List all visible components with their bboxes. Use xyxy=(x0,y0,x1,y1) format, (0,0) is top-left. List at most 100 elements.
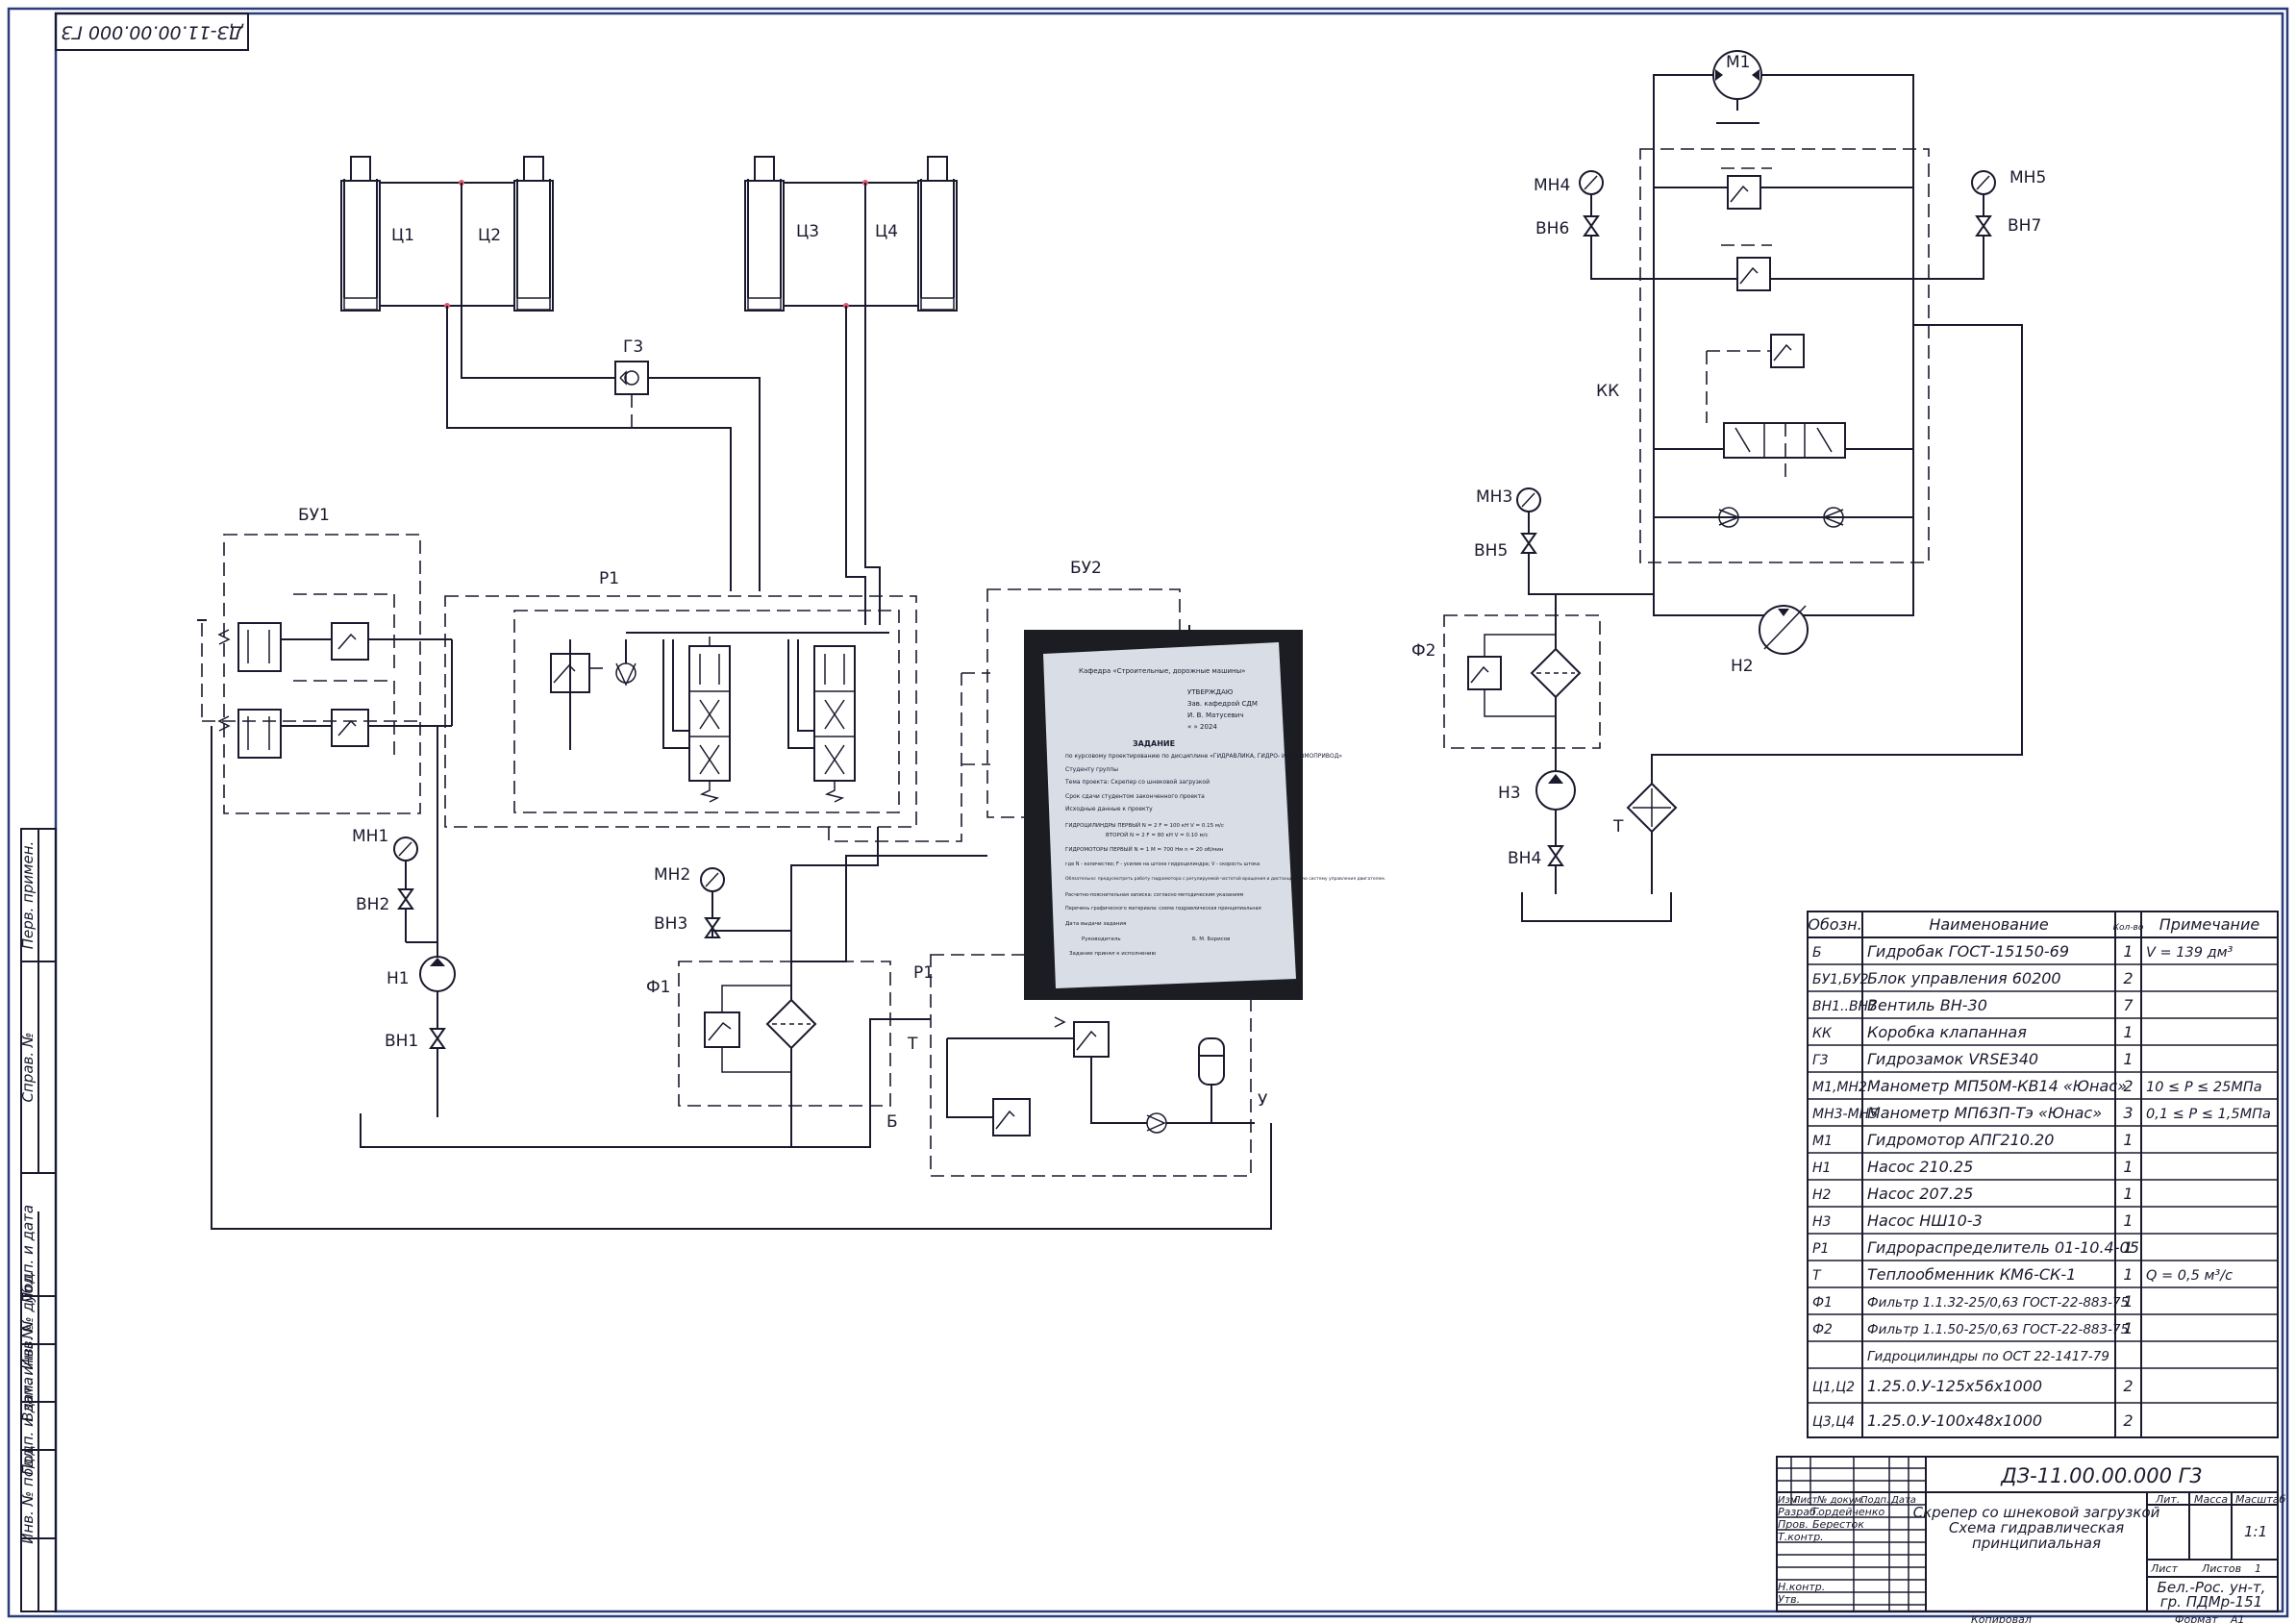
tb-col-list: Лист xyxy=(1792,1495,1819,1506)
photo-data: Исходные данные к проекту xyxy=(1065,806,1153,812)
manometer-mn2: МН2 ВН3 xyxy=(654,827,879,961)
label-n2: Н2 xyxy=(1731,657,1754,676)
spec-cell: Манометр МП50М-КВ14 «Юнас» xyxy=(1867,1077,2127,1095)
tb-prov: Пров. xyxy=(1778,1518,1809,1531)
label-c4: Ц4 xyxy=(875,222,898,241)
tb-org-2: гр. ПДМр-151 xyxy=(2160,1593,2262,1611)
stamp-perv-primen: Перв. примен. xyxy=(19,841,37,950)
spec-cell: 3 xyxy=(2123,1104,2133,1122)
label-n1: Н1 xyxy=(387,969,410,988)
cylinder-c3 xyxy=(744,156,785,312)
tb-format: Формат xyxy=(2175,1613,2218,1623)
spec-cell: 10 ≤ P ≤ 25МПа xyxy=(2146,1080,2262,1095)
photo-accepted: Задание принял к исполнению xyxy=(1069,951,1156,957)
photo-date: « » 2024 xyxy=(1187,723,1217,731)
label-bu1: БУ1 xyxy=(298,506,330,525)
spec-cell: БУ1,БУ2 xyxy=(1812,972,1869,987)
tb-sheet: Лист xyxy=(2150,1562,2178,1575)
label-f1: Ф1 xyxy=(646,978,670,997)
spec-cell: Н1 xyxy=(1812,1161,1831,1176)
stamp-inv-podl: Инв. № подл. xyxy=(19,1444,37,1543)
spec-cell: Ц3,Ц4 xyxy=(1812,1414,1855,1430)
spec-cell: Н3 xyxy=(1812,1214,1831,1230)
tb-prov-name: Бересток xyxy=(1812,1518,1864,1531)
spec-header-cell: Примечание xyxy=(2159,915,2260,934)
label-g3: Г3 xyxy=(623,337,643,357)
photo-note2: Обязательно: предусмотреть работу гидром… xyxy=(1065,875,1385,882)
spec-cell: 2 xyxy=(2123,1077,2133,1095)
label-c3: Ц3 xyxy=(796,222,819,241)
label-mn1: МН1 xyxy=(352,827,388,846)
photo-head-name: И. В. Матусевич xyxy=(1187,712,1243,719)
label-kk: КК xyxy=(1596,382,1619,401)
label-c1: Ц1 xyxy=(391,226,414,245)
photo-head: Зав. кафедрой СДМ xyxy=(1187,700,1258,708)
spec-cell: Ц1,Ц2 xyxy=(1812,1380,1855,1395)
spec-cell: Гидробак ГОСТ-15150-69 xyxy=(1867,942,2069,961)
photo-contents: Расчетно-пояснительная записка: согласно… xyxy=(1065,892,1244,898)
valve-box-kk: КК xyxy=(1596,148,1930,563)
spec-cell: 1.25.0.У-125х56х1000 xyxy=(1867,1377,2042,1395)
spec-header-cell: Наименование xyxy=(1929,915,2048,934)
label-r1-bottom: Р1 xyxy=(913,963,934,983)
label-b: Б xyxy=(886,1112,898,1132)
label-vn6: ВН6 xyxy=(1535,219,1569,238)
spec-cell: 1 xyxy=(2123,1292,2133,1311)
pump-n3: Н3 ВН4 xyxy=(1498,770,1576,894)
spec-cell: Фильтр 1.1.50-25/0,63 ГОСТ-22-883-75 xyxy=(1867,1322,2129,1337)
cylinder-supply-lines xyxy=(446,183,881,625)
spec-cell: Гидромотор АПГ210.20 xyxy=(1867,1131,2054,1149)
spec-cell: 7 xyxy=(2123,996,2134,1014)
spec-cell: Теплообменник КМ6-СК-1 xyxy=(1867,1265,2076,1284)
spec-cell: 1 xyxy=(2123,1131,2133,1149)
spec-cell: Фильтр 1.1.32-25/0,63 ГОСТ-22-883-75 xyxy=(1867,1295,2129,1311)
photo-task-sub: по курсовому проектированию по дисциплин… xyxy=(1065,753,1342,760)
spec-cell: М1,МН2 xyxy=(1812,1080,1867,1095)
photo-note1: где N - количество; F - усилие на штоке … xyxy=(1065,861,1260,867)
photo-leader: Руководитель xyxy=(1082,936,1121,942)
tb-sheets-value: 1 xyxy=(2255,1562,2261,1575)
tb-col-doc: № докум. xyxy=(1816,1495,1864,1506)
tb-utv: Утв. xyxy=(1778,1593,1800,1606)
hydrolock-g3: Г3 xyxy=(614,337,649,395)
stamp-sprav: Справ. № xyxy=(19,1033,37,1103)
label-vn5: ВН5 xyxy=(1474,541,1508,561)
cylinder-c4 xyxy=(917,156,958,312)
control-block-bu1: БУ1 xyxy=(197,506,452,814)
spec-cell: Ф2 xyxy=(1812,1322,1833,1337)
spec-cell: 1 xyxy=(2123,1185,2133,1203)
photo-student: Студенту группы xyxy=(1065,766,1118,773)
spec-cell: Коробка клапанная xyxy=(1867,1023,2027,1041)
spec-cell: 1 xyxy=(2123,1265,2133,1284)
spec-cell: 1 xyxy=(2123,1238,2133,1257)
spec-cell: Насос НШ10-3 xyxy=(1867,1211,1983,1230)
distributor-r1-top: Р1 xyxy=(444,569,917,828)
manometers-mn4-mn5: МН4 ВН6 МН5 ВН7 xyxy=(1534,168,2046,280)
tb-col-sign: Подп. xyxy=(1860,1495,1889,1506)
tb-scale-value: 1:1 xyxy=(2244,1523,2267,1540)
tb-massa: Масса xyxy=(2194,1493,2228,1506)
photo-project: Тема проекта: Скрепер со шнековой загруз… xyxy=(1064,779,1210,786)
code-stamp-mirrored: ДЗ-11.00.00.000 Г3 xyxy=(55,12,249,51)
label-bu2: БУ2 xyxy=(1070,559,1102,578)
photo-hydro1: ГИДРОЦИЛИНДРЫ ПЕРВЫЙ N = 2 F = 100 кН V … xyxy=(1065,822,1224,829)
hydromotor-m1: М1 xyxy=(1653,50,1914,616)
spec-cell: 0,1 ≤ P ≤ 1,5МПа xyxy=(2146,1107,2271,1122)
label-n3: Н3 xyxy=(1498,784,1521,803)
label-vn3: ВН3 xyxy=(654,914,687,934)
label-r1-top: Р1 xyxy=(599,569,619,588)
tb-masshtab: Масштаб xyxy=(2235,1493,2285,1506)
label-t-left: Т xyxy=(907,1035,918,1054)
side-stamps: Перв. примен. Справ. № Подп. и дата Инв.… xyxy=(19,828,57,1612)
label-mn3: МН3 xyxy=(1476,487,1512,507)
cylinder-c1 xyxy=(340,156,381,312)
title-block-code: ДЗ-11.00.00.000 Г3 xyxy=(2000,1464,2202,1487)
tb-nkontr: Н.контр. xyxy=(1778,1581,1825,1593)
photo-approve: УТВЕРЖДАЮ xyxy=(1187,688,1234,696)
label-mn2: МН2 xyxy=(654,865,690,885)
label-m1: М1 xyxy=(1726,53,1750,72)
tb-lit: Лит. xyxy=(2155,1493,2180,1506)
title-block: ДЗ-11.00.00.000 Г3 Скрепер со шнековой з… xyxy=(1776,1456,2285,1623)
spec-cell: Н2 xyxy=(1812,1187,1832,1203)
spec-cell: 1 xyxy=(2123,1158,2133,1176)
